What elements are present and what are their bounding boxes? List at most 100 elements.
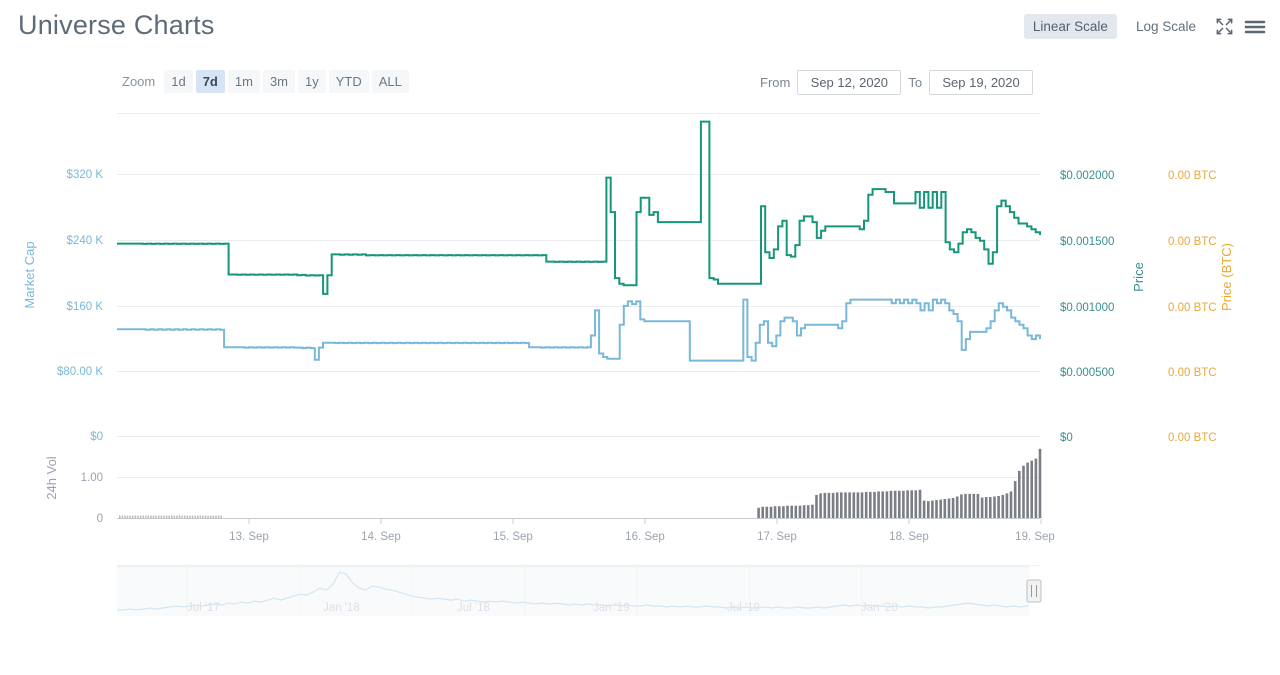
- volume-bar[interactable]: [142, 515, 144, 519]
- volume-bar[interactable]: [202, 515, 204, 519]
- log-scale-button[interactable]: Log Scale: [1127, 14, 1205, 39]
- volume-bar[interactable]: [790, 505, 793, 518]
- volume-bar[interactable]: [765, 506, 769, 518]
- volume-bar[interactable]: [160, 515, 163, 519]
- linear-scale-button[interactable]: Linear Scale: [1023, 14, 1117, 39]
- navigator-handle-right[interactable]: [1026, 579, 1042, 603]
- volume-bar[interactable]: [955, 496, 959, 519]
- volume-bar[interactable]: [910, 490, 913, 518]
- volume-bar[interactable]: [980, 497, 984, 519]
- volume-bar[interactable]: [215, 515, 217, 519]
- volume-bar[interactable]: [155, 515, 157, 519]
- volume-bar[interactable]: [1026, 462, 1029, 518]
- volume-bar[interactable]: [168, 515, 170, 519]
- from-date-input[interactable]: Sep 12, 2020: [797, 70, 902, 95]
- volume-bar[interactable]: [798, 505, 802, 518]
- highcharts-stock-chart[interactable]: $320 K $240 K $160 K $80.00 K $0 Market …: [0, 100, 1280, 675]
- volume-bar[interactable]: [976, 493, 980, 518]
- volume-bar[interactable]: [972, 493, 976, 518]
- volume-bar[interactable]: [773, 506, 777, 518]
- volume-bar[interactable]: [124, 515, 126, 519]
- zoom-button-1m[interactable]: 1m: [227, 70, 260, 93]
- volume-bar[interactable]: [197, 515, 199, 519]
- volume-bar[interactable]: [931, 500, 934, 518]
- to-date-input[interactable]: Sep 19, 2020: [929, 70, 1034, 95]
- volume-bar[interactable]: [212, 515, 215, 519]
- volume-bar[interactable]: [119, 515, 121, 519]
- volume-bar[interactable]: [811, 504, 814, 518]
- volume-bar[interactable]: [860, 492, 864, 518]
- volume-bar[interactable]: [139, 515, 142, 519]
- volume-bar[interactable]: [964, 493, 967, 518]
- volume-bar[interactable]: [165, 515, 168, 519]
- volume-bar[interactable]: [769, 506, 773, 518]
- volume-bar[interactable]: [984, 497, 988, 518]
- volume-bar[interactable]: [993, 496, 996, 519]
- navigator[interactable]: Jul '17 Jan '18 Jul '18 Jan '19 Jul '19 …: [117, 565, 1042, 616]
- volume-bar[interactable]: [939, 499, 942, 518]
- volume-bar[interactable]: [927, 501, 930, 518]
- volume-bar[interactable]: [1022, 465, 1025, 518]
- volume-bar[interactable]: [831, 492, 835, 518]
- volume-bar[interactable]: [786, 505, 789, 518]
- volume-bar[interactable]: [844, 492, 847, 518]
- volume-bar[interactable]: [869, 491, 872, 518]
- volume-bar[interactable]: [848, 492, 851, 518]
- volume-bar[interactable]: [873, 491, 876, 518]
- volume-bar[interactable]: [1005, 493, 1009, 518]
- volume-bar[interactable]: [186, 515, 189, 519]
- volume-bar[interactable]: [968, 493, 971, 518]
- zoom-button-1d[interactable]: 1d: [164, 70, 193, 93]
- volume-bar[interactable]: [827, 492, 831, 518]
- volume-bar[interactable]: [184, 515, 186, 519]
- volume-bar[interactable]: [893, 490, 897, 518]
- volume-bar[interactable]: [835, 492, 839, 518]
- volume-bar[interactable]: [1030, 460, 1033, 518]
- volume-bar[interactable]: [877, 491, 880, 519]
- volume-bar[interactable]: [1001, 494, 1005, 518]
- volume-bar[interactable]: [914, 490, 918, 518]
- volume-bar[interactable]: [129, 515, 131, 519]
- zoom-button-1y[interactable]: 1y: [298, 70, 326, 93]
- volume-bar[interactable]: [885, 491, 889, 519]
- volume-bar[interactable]: [757, 507, 760, 519]
- volume-bar[interactable]: [220, 515, 222, 519]
- volume-bar[interactable]: [1018, 470, 1021, 518]
- volume-bar[interactable]: [881, 491, 884, 519]
- volume-bar[interactable]: [852, 492, 856, 518]
- volume-bar[interactable]: [889, 490, 893, 518]
- volume-bar[interactable]: [815, 494, 818, 518]
- volume-bar[interactable]: [902, 490, 905, 518]
- volume-bar[interactable]: [158, 515, 160, 519]
- fullscreen-expand-icon[interactable]: [1215, 17, 1234, 36]
- volume-bar[interactable]: [210, 515, 212, 519]
- volume-bar[interactable]: [126, 515, 129, 519]
- volume-bar[interactable]: [778, 506, 781, 518]
- volume-bar[interactable]: [819, 493, 822, 518]
- zoom-button-ytd[interactable]: YTD: [328, 70, 369, 93]
- volume-bar[interactable]: [171, 515, 173, 519]
- volume-bar[interactable]: [782, 506, 785, 518]
- volume-bar[interactable]: [181, 515, 183, 519]
- volume-bar[interactable]: [152, 515, 155, 519]
- hamburger-menu-icon[interactable]: [1244, 17, 1266, 36]
- volume-bar[interactable]: [898, 490, 901, 518]
- volume-bar[interactable]: [906, 490, 909, 518]
- volume-bar[interactable]: [951, 498, 955, 518]
- volume-bar[interactable]: [806, 505, 810, 518]
- volume-bar[interactable]: [199, 515, 202, 519]
- volume-bar[interactable]: [189, 515, 191, 519]
- volume-bar[interactable]: [163, 515, 165, 519]
- zoom-button-all[interactable]: ALL: [371, 70, 409, 93]
- volume-bar[interactable]: [176, 515, 178, 519]
- volume-bar[interactable]: [1034, 458, 1038, 518]
- volume-bar[interactable]: [922, 500, 926, 518]
- volume-bar[interactable]: [207, 515, 209, 519]
- zoom-button-7d[interactable]: 7d: [195, 70, 225, 93]
- zoom-button-3m[interactable]: 3m: [262, 70, 295, 93]
- volume-bar[interactable]: [960, 494, 963, 518]
- volume-bar[interactable]: [217, 515, 220, 519]
- volume-bar[interactable]: [947, 498, 951, 519]
- volume-bar[interactable]: [121, 515, 124, 519]
- volume-bar[interactable]: [761, 506, 764, 518]
